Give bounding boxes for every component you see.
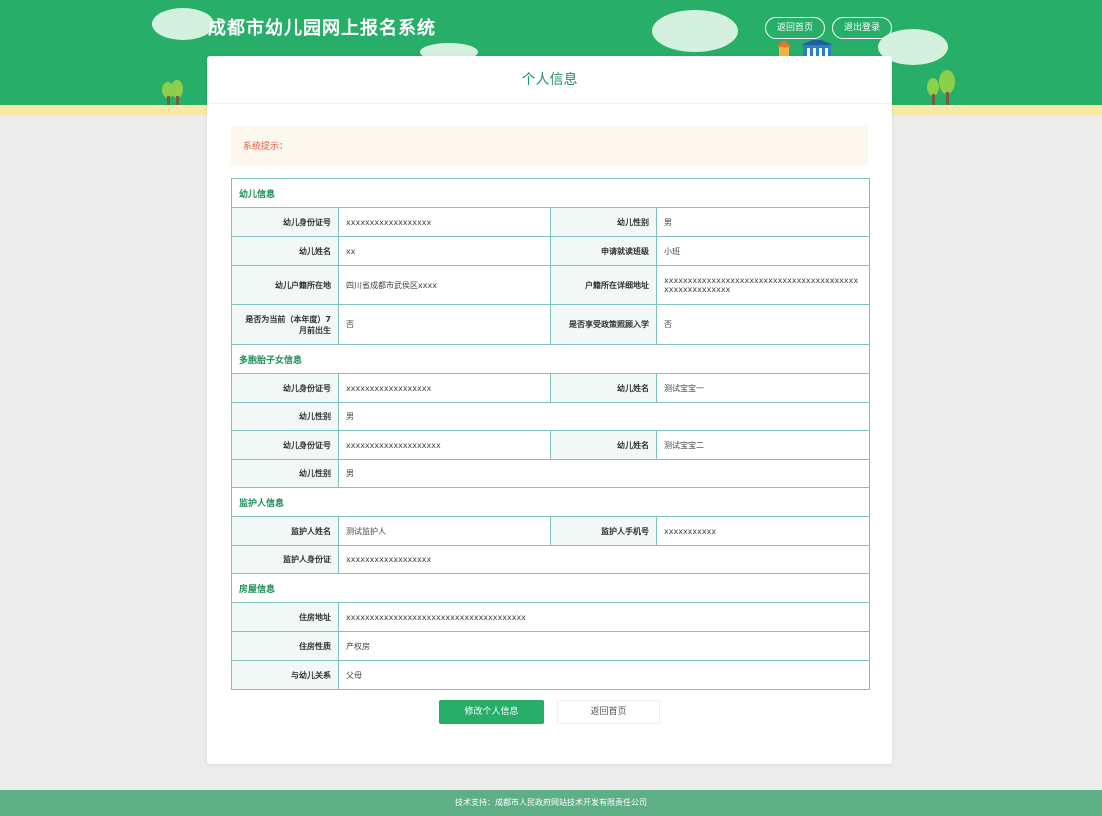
section-header-row: 监护人信息 [230,487,871,517]
field-label: 幼儿姓名 [550,430,657,460]
table-row: 是否为当前（本年度）7月前出生 否 是否享受政策照顾入学 否 [231,304,871,345]
table-row: 幼儿姓名 xx 申请就读班级 小班 [231,236,871,266]
field-label: 监护人身份证 [231,545,339,574]
cloud-decoration [652,10,738,52]
field-value: 四川省成都市武侯区xxxx [338,265,551,305]
field-value: 男 [337,402,871,431]
edit-info-button[interactable]: 修改个人信息 [439,700,544,724]
table-row: 幼儿身份证号 xxxxxxxxxxxxxxxxxx 幼儿性别 男 [231,207,871,237]
field-value: xxxxxxxxxxxxxxxxxxxxxxxxxxxxxxxxxxxxxxxx… [655,265,871,305]
field-label: 住房性质 [231,631,339,661]
section-title-siblings: 多胞胎子女信息 [230,344,871,374]
field-label: 幼儿姓名 [231,236,339,266]
field-value: 测试监护人 [338,516,551,546]
field-value: 产权房 [337,631,871,661]
back-home-button[interactable]: 返回首页 [557,700,660,724]
cloud-decoration [152,8,214,40]
site-title: 成都市幼儿园网上报名系统 [208,18,436,39]
field-value: xxxxxxxxxxxxxxxxxxxxxxxxxxxxxxxxxxxxxx [337,602,871,632]
tree-icon [927,70,957,108]
field-value: 否 [655,304,871,345]
footer-text: 技术支持：成都市人民政府网站技术开发有限责任公司 [455,798,647,807]
field-label: 幼儿身份证号 [231,207,339,237]
field-label: 幼儿性别 [550,207,657,237]
section-title-child: 幼儿信息 [230,178,871,208]
field-label: 是否为当前（本年度）7月前出生 [231,304,339,345]
field-label: 申请就读班级 [550,236,657,266]
field-value: 男 [655,207,871,237]
table-row: 监护人身份证 xxxxxxxxxxxxxxxxxx [231,545,871,574]
field-label: 是否享受政策照顾入学 [550,304,657,345]
field-value: xxxxxxxxxxxxxxxxxx [337,545,871,574]
field-value: xx [338,236,551,266]
field-value: 父母 [337,660,871,690]
section-title-housing: 房屋信息 [230,573,871,603]
field-value: 测试宝宝一 [655,373,871,403]
field-value: 男 [337,459,871,488]
table-row: 住房性质 产权房 [231,631,871,661]
field-value: xxxxxxxxxxxxxxxxxx [338,373,551,403]
system-tip-label: 系统提示： [243,142,289,152]
field-label: 幼儿户籍所在地 [231,265,339,305]
home-button[interactable]: 返回首页 [765,17,825,39]
table-row: 幼儿性别 男 [231,402,871,431]
table-row: 幼儿性别 男 [231,459,871,488]
field-value: 小班 [655,236,871,266]
info-table: 幼儿信息 幼儿身份证号 xxxxxxxxxxxxxxxxxx 幼儿性别 男 幼儿… [230,178,871,690]
section-header-row: 多胞胎子女信息 [230,344,871,374]
field-value: 否 [338,304,551,345]
field-label: 幼儿身份证号 [231,430,339,460]
card-title: 个人信息 [207,56,892,104]
field-label: 幼儿姓名 [550,373,657,403]
table-row: 幼儿身份证号 xxxxxxxxxxxxxxxxxxxx 幼儿姓名 测试宝宝二 [231,430,871,460]
section-header-row: 房屋信息 [230,573,871,603]
field-value: xxxxxxxxxxxxxxxxxx [338,207,551,237]
field-label: 幼儿身份证号 [231,373,339,403]
field-value: xxxxxxxxxxx [655,516,871,546]
field-label: 监护人手机号 [550,516,657,546]
field-label: 监护人姓名 [231,516,339,546]
field-label: 幼儿性别 [231,459,339,488]
field-value: 测试宝宝二 [655,430,871,460]
footer: 技术支持：成都市人民政府网站技术开发有限责任公司 [0,790,1102,816]
system-tip-box: 系统提示： [231,126,868,166]
table-row: 幼儿户籍所在地 四川省成都市武侯区xxxx 户籍所在详细地址 xxxxxxxxx… [231,265,871,305]
field-label: 住房地址 [231,602,339,632]
table-row: 幼儿身份证号 xxxxxxxxxxxxxxxxxx 幼儿姓名 测试宝宝一 [231,373,871,403]
table-row: 与幼儿关系 父母 [231,660,871,690]
section-header-row: 幼儿信息 [230,178,871,208]
table-row: 监护人姓名 测试监护人 监护人手机号 xxxxxxxxxxx [231,516,871,546]
section-title-guardian: 监护人信息 [230,487,871,517]
field-label: 与幼儿关系 [231,660,339,690]
field-label: 户籍所在详细地址 [550,265,657,305]
field-value: xxxxxxxxxxxxxxxxxxxx [338,430,551,460]
tree-icon [162,80,184,106]
logout-button[interactable]: 退出登录 [832,17,892,39]
field-label: 幼儿性别 [231,402,339,431]
table-row: 住房地址 xxxxxxxxxxxxxxxxxxxxxxxxxxxxxxxxxxx… [231,602,871,632]
